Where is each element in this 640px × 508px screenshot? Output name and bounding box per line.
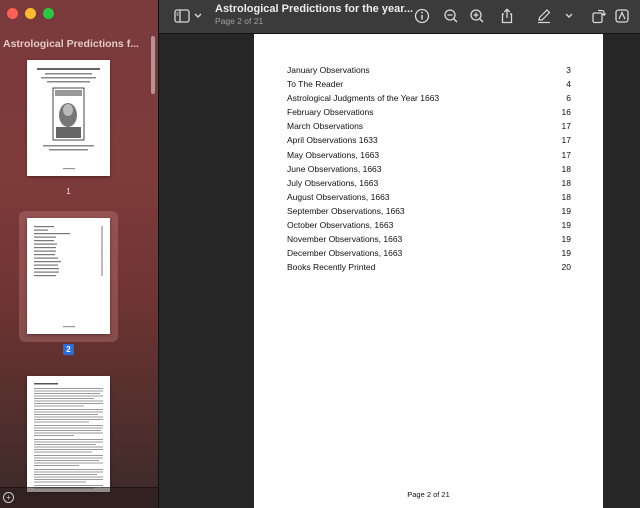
table-of-contents: January Observations 3 To The Reader 4 Astro… [287,63,571,274]
zoom-window-button[interactable] [43,8,54,19]
toc-entry[interactable]: February Observations 16 [287,105,571,119]
sidebar-toggle-icon[interactable] [173,7,191,25]
toc-entry-title: November Observations, 1663 [287,234,403,245]
toc-entry[interactable]: April Observations 1633 17 [287,133,571,147]
toc-entry[interactable]: November Observations, 1663 19 [287,232,571,246]
toc-entry-page: 19 [561,248,571,259]
toc-entry-page: 18 [561,177,571,188]
toc-entry[interactable]: June Observations, 1663 18 [287,162,571,176]
thumbnail-number-2: 2 [63,344,74,355]
toc-entry-title: August Observations, 1663 [287,191,390,202]
thumbnail-page-2[interactable] [27,218,110,334]
toc-entry[interactable]: To The Reader 4 [287,77,571,91]
close-window-button[interactable] [7,8,18,19]
toc-entry-page: 4 [566,79,571,90]
toc-entry[interactable]: August Observations, 1663 18 [287,190,571,204]
toc-entry-page: 17 [561,149,571,160]
toc-entry-title: To The Reader [287,79,344,90]
page-footer: Page 2 of 21 [407,490,450,499]
toc-entry-title: December Observations, 1663 [287,248,403,259]
sidebar: Astrological Predictions f... 1 2 + [0,0,159,508]
thumbnail-page-3[interactable] [27,376,110,492]
page-indicator: Page 2 of 21 [215,16,264,26]
toc-entry[interactable]: March Observations 17 [287,119,571,133]
document-viewer[interactable]: January Observations 3 To The Reader 4 Astro… [159,34,640,508]
zoom-in-icon[interactable] [468,7,486,25]
search-icon[interactable] [613,7,631,25]
markup-pen-icon[interactable] [535,7,553,25]
toc-entry-title: July Observations, 1663 [287,177,379,188]
zoom-out-icon[interactable] [442,7,460,25]
toc-entry-page: 6 [566,93,571,104]
toc-entry-page: 18 [561,163,571,174]
thumbnail-number-1: 1 [66,187,71,196]
toc-entry[interactable]: December Observations, 1663 19 [287,246,571,260]
toc-entry-page: 19 [561,205,571,216]
thumbnail-page-1[interactable] [27,60,110,176]
toc-entry[interactable]: Astrological Judgments of the Year 1663 6 [287,91,571,105]
sidebar-scrollbar[interactable] [151,36,155,94]
sidebar-title: Astrological Predictions f... [3,38,139,50]
rotate-icon[interactable] [589,7,607,25]
toc-entry-page: 20 [561,262,571,273]
chevron-down-icon[interactable] [563,7,575,25]
cover-thumbnail-image [37,68,100,170]
toc-entry-title: September Observations, 1663 [287,205,405,216]
minimize-window-button[interactable] [25,8,36,19]
window-controls [7,8,54,19]
add-page-icon[interactable]: + [3,492,14,503]
toc-entry-title: April Observations 1633 [287,135,378,146]
toc-entry-title: February Observations [287,107,374,118]
document-title: Astrological Predictions for the year... [215,3,414,15]
toc-entry-title: Astrological Judgments of the Year 1663 [287,93,440,104]
toc-entry-page: 17 [561,135,571,146]
toc-entry[interactable]: September Observations, 1663 19 [287,204,571,218]
toc-entry-page: 19 [561,234,571,245]
toc-entry-page: 19 [561,220,571,231]
toc-thumbnail-image [34,226,103,328]
toolbar: Astrological Predictions for the year...… [159,0,640,34]
toc-entry-page: 18 [561,191,571,202]
toc-entry-page: 16 [561,107,571,118]
toc-entry-title: October Observations, 1663 [287,220,394,231]
text-thumbnail-image [34,383,103,489]
toc-entry-title: May Observations, 1663 [287,149,380,160]
share-icon[interactable] [498,7,516,25]
toc-entry[interactable]: July Observations, 1663 18 [287,176,571,190]
toc-entry-title: Books Recently Printed [287,262,376,273]
toc-entry[interactable]: May Observations, 1663 17 [287,148,571,162]
toc-entry-page: 17 [561,121,571,132]
toc-entry-title: March Observations [287,121,364,132]
toc-entry-title: January Observations [287,65,370,75]
toc-entry[interactable]: Books Recently Printed 20 [287,260,571,274]
sidebar-bottom-bar: + [0,487,158,508]
info-icon[interactable] [413,7,431,25]
toc-entry-title: June Observations, 1663 [287,163,382,174]
chevron-down-icon[interactable] [192,7,204,25]
document-page: January Observations 3 To The Reader 4 Astro… [254,34,603,508]
toc-entry[interactable]: January Observations 3 [287,63,571,77]
toc-entry-page: 3 [566,65,571,75]
toc-entry[interactable]: October Observations, 1663 19 [287,218,571,232]
